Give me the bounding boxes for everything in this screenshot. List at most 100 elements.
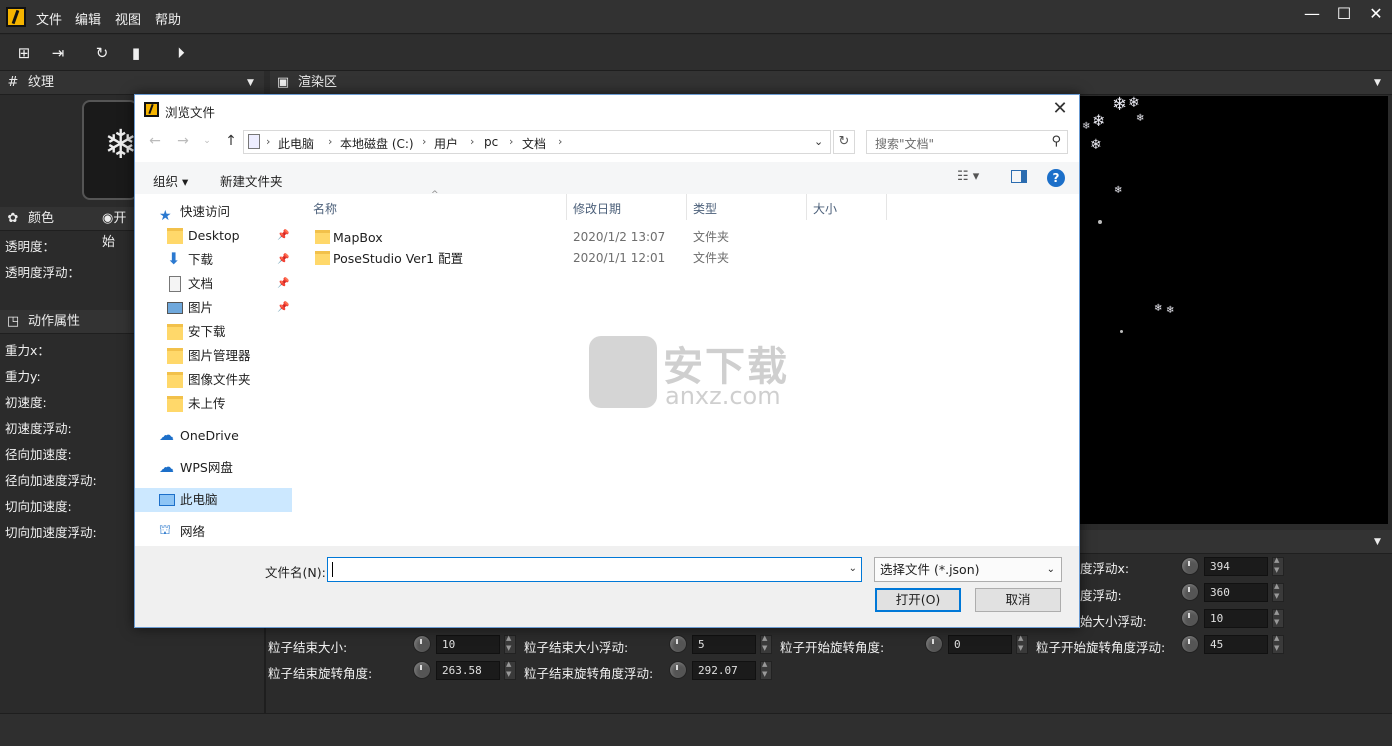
breadcrumb-item[interactable]: pc — [484, 135, 498, 149]
nav-wps[interactable]: ☁ WPS网盘 — [135, 456, 292, 480]
organize-button[interactable]: 组织 ▾ — [153, 171, 188, 190]
nav-onedrive[interactable]: ☁ OneDrive — [135, 424, 292, 448]
pin-icon[interactable]: 📌 — [277, 272, 289, 296]
play-icon[interactable]: ⏵ — [171, 43, 191, 63]
open-button[interactable]: 打开(O) — [875, 588, 961, 612]
address-bar[interactable]: › 此电脑 › 本地磁盘 (C:) › 用户 › pc › 文档 › ⌄ — [243, 130, 831, 154]
dropdown-arrow-icon[interactable]: ▼ — [1374, 530, 1381, 554]
pin-icon[interactable]: 📌 — [277, 248, 289, 272]
minimize-button[interactable]: — — [1296, 2, 1328, 28]
nav-quick-access[interactable]: ★ 快速访问 — [135, 200, 292, 224]
nav-folder[interactable]: 图像文件夹 — [135, 368, 292, 392]
column-name[interactable]: 名称 — [313, 200, 337, 217]
breadcrumb-item[interactable]: 用户 — [434, 135, 458, 152]
nav-pictures[interactable]: 图片 📌 — [135, 296, 292, 320]
file-row[interactable]: MapBox 2020/1/2 13:07 文件夹 — [293, 227, 1079, 248]
new-folder-button[interactable]: 新建文件夹 — [220, 171, 283, 190]
breadcrumb-item[interactable]: 本地磁盘 (C:) — [340, 135, 414, 152]
nav-documents[interactable]: 文档 📌 — [135, 272, 292, 296]
column-type[interactable]: 类型 — [693, 200, 717, 217]
dropdown-arrow-icon[interactable]: ▼ — [1374, 71, 1381, 95]
up-arrow-icon[interactable]: ↑ — [221, 131, 241, 151]
end-size-float-label: 粒子结束大小浮动: — [524, 640, 629, 655]
export-icon[interactable]: ⇥ — [48, 43, 68, 63]
end-rotation-float-input[interactable]: 292.07 — [692, 661, 756, 680]
knob[interactable] — [413, 635, 431, 653]
new-file-icon[interactable]: ⊞ — [14, 43, 34, 63]
search-input[interactable]: 搜索"文档" ⚲ — [866, 130, 1068, 154]
start-rotation-float-input[interactable]: 45 — [1204, 635, 1268, 654]
menu-view[interactable]: 视图 — [115, 9, 141, 28]
knob[interactable] — [669, 635, 687, 653]
dialog-close-icon[interactable]: ✕ — [1049, 98, 1071, 120]
pin-icon[interactable]: 📌 — [277, 296, 289, 320]
dropdown-arrow-icon[interactable]: ▼ — [247, 71, 254, 95]
column-divider[interactable] — [566, 194, 567, 220]
help-icon[interactable]: ? — [1047, 169, 1065, 187]
spinner[interactable] — [760, 660, 772, 680]
filetype-select[interactable]: 选择文件 (*.json) ⌄ — [874, 557, 1062, 582]
menu-file[interactable]: 文件 — [36, 9, 62, 28]
number-input[interactable]: 360 — [1204, 583, 1268, 602]
knob[interactable] — [925, 635, 943, 653]
knob[interactable] — [1181, 609, 1199, 627]
close-button[interactable]: ✕ — [1360, 2, 1392, 28]
number-input[interactable]: 10 — [1204, 609, 1268, 628]
chevron-down-icon[interactable]: ⌄ — [849, 563, 857, 574]
column-divider[interactable] — [806, 194, 807, 220]
chevron-down-icon[interactable]: ⌄ — [814, 135, 823, 148]
render-area[interactable]: ❄ ❄ ❄ ❄ ❄ ❄ ❄ ❄ ❄ — [1078, 96, 1388, 524]
recent-chevron-icon[interactable]: ⌄ — [197, 131, 217, 151]
start-rotation-input[interactable]: 0 — [948, 635, 1012, 654]
knob[interactable] — [413, 661, 431, 679]
pin-icon[interactable]: 📌 — [277, 224, 289, 248]
nav-downloads[interactable]: ⬇ 下载 📌 — [135, 248, 292, 272]
nav-this-pc[interactable]: 此电脑 — [135, 488, 292, 512]
spinner[interactable] — [1272, 634, 1284, 654]
filename-input[interactable]: ⌄ — [327, 557, 862, 582]
maximize-button[interactable]: ☐ — [1328, 2, 1360, 28]
file-row[interactable]: PoseStudio Ver1 配置 2020/1/1 12:01 文件夹 — [293, 248, 1079, 269]
nav-network[interactable]: ⛫ 网络 — [135, 520, 292, 544]
forward-arrow-icon[interactable]: → — [173, 131, 193, 151]
spinner[interactable] — [1016, 634, 1028, 654]
start-radio[interactable]: ◉开始 — [102, 207, 134, 255]
back-arrow-icon[interactable]: ← — [145, 131, 165, 151]
preview-pane-icon[interactable] — [1011, 170, 1027, 183]
view-options-icon[interactable]: ☷ ▾ — [957, 169, 979, 184]
column-size[interactable]: 大小 — [813, 200, 837, 217]
nav-folder[interactable]: 图片管理器 — [135, 344, 292, 368]
folder-icon — [315, 230, 330, 244]
search-icon[interactable]: ⚲ — [1051, 134, 1061, 149]
knob[interactable] — [1181, 557, 1199, 575]
number-input[interactable]: 394 — [1204, 557, 1268, 576]
spinner[interactable] — [1272, 582, 1284, 602]
spinner[interactable] — [504, 634, 516, 654]
refresh-icon[interactable]: ↻ — [92, 43, 112, 63]
column-modified[interactable]: 修改日期 — [573, 200, 621, 217]
menu-edit[interactable]: 编辑 — [75, 9, 101, 28]
cancel-button[interactable]: 取消 — [975, 588, 1061, 612]
breadcrumb-item[interactable]: 文档 — [522, 135, 546, 152]
end-rotation-input[interactable]: 263.58 — [436, 661, 500, 680]
column-divider[interactable] — [886, 194, 887, 220]
gravity-x-label: 重力x： — [5, 343, 50, 358]
breadcrumb-item[interactable]: 此电脑 — [278, 135, 314, 152]
end-size-float-input[interactable]: 5 — [692, 635, 756, 654]
spinner[interactable] — [1272, 608, 1284, 628]
nav-folder[interactable]: 安下载 — [135, 320, 292, 344]
nav-desktop[interactable]: Desktop 📌 — [135, 224, 292, 248]
radial-accel-label: 径向加速度: — [5, 447, 72, 462]
fit-icon[interactable]: ▮ — [126, 43, 146, 63]
knob[interactable] — [1181, 583, 1199, 601]
column-divider[interactable] — [686, 194, 687, 220]
menu-help[interactable]: 帮助 — [155, 9, 181, 28]
nav-folder[interactable]: 未上传 — [135, 392, 292, 416]
spinner[interactable] — [760, 634, 772, 654]
spinner[interactable] — [1272, 556, 1284, 576]
knob[interactable] — [669, 661, 687, 679]
knob[interactable] — [1181, 635, 1199, 653]
end-size-input[interactable]: 10 — [436, 635, 500, 654]
spinner[interactable] — [504, 660, 516, 680]
refresh-icon[interactable]: ↻ — [833, 130, 855, 154]
